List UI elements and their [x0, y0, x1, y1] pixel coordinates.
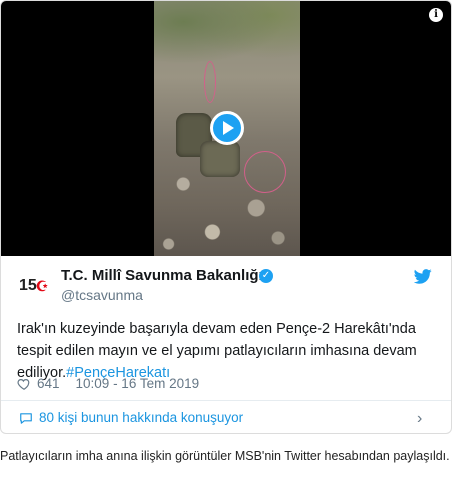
thumbnail-mine-right — [200, 141, 240, 177]
embedded-tweet-card[interactable]: i 15 ☪ T.C. Millî Savunma Bakanlığı ✓ @tc… — [0, 0, 452, 434]
verified-badge-icon: ✓ — [259, 269, 273, 283]
heart-icon[interactable] — [17, 377, 31, 391]
tweet-meta: 641 10:09 - 16 Tem 2019 — [17, 376, 199, 391]
like-count[interactable]: 641 — [37, 376, 60, 391]
info-icon[interactable]: i — [429, 8, 443, 22]
avatar-text: 15 — [19, 277, 37, 294]
thumbnail-wire — [244, 151, 286, 193]
play-button[interactable] — [210, 111, 244, 145]
thumbnail-vegetation — [154, 1, 300, 71]
tweet-text: Irak'ın kuzeyinde başarıyla devam eden P… — [17, 318, 427, 384]
speech-bubble-icon — [20, 413, 32, 424]
twitter-bird-icon[interactable] — [414, 269, 432, 284]
author-name[interactable]: T.C. Millî Savunma Bakanlığı — [61, 267, 263, 284]
conversation-link[interactable]: 80 kişi bunun hakkında konuşuyor › — [1, 401, 451, 433]
avatar[interactable]: 15 ☪ — [19, 271, 49, 301]
author-handle[interactable]: @tcsavunma — [61, 287, 143, 303]
play-icon — [223, 121, 234, 135]
thumbnail-wire — [204, 61, 216, 103]
chevron-right-icon: › — [417, 410, 423, 427]
image-caption: Patlayıcıların imha anına ilişkin görünt… — [0, 449, 450, 463]
conversation-text: 80 kişi bunun hakkında konuşuyor — [39, 410, 244, 425]
video-media[interactable]: i — [1, 1, 451, 256]
crescent-star-icon: ☪ — [35, 277, 49, 294]
tweet-timestamp[interactable]: 10:09 - 16 Tem 2019 — [76, 376, 200, 391]
